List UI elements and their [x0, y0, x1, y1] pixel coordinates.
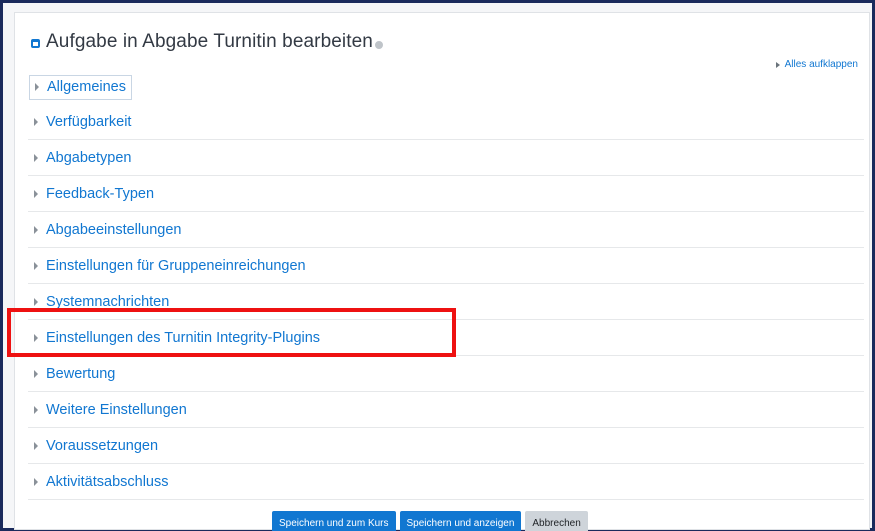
cancel-button[interactable]: Abbrechen — [525, 511, 588, 531]
section-label: Aktivitätsabschluss — [46, 473, 169, 490]
section-gruppeneinreichungen[interactable]: Einstellungen für Gruppeneinreichungen — [28, 248, 864, 284]
section-weitere-einstellungen[interactable]: Weitere Einstellungen — [28, 392, 864, 428]
save-and-display-button[interactable]: Speichern und anzeigen — [399, 511, 522, 531]
chevron-right-icon — [34, 117, 38, 126]
section-allgemeines[interactable]: Allgemeines — [28, 71, 864, 104]
section-feedback-typen[interactable]: Feedback-Typen — [28, 176, 864, 212]
section-focus-outline: Allgemeines — [29, 75, 132, 100]
section-bewertung[interactable]: Bewertung — [28, 356, 864, 392]
screenshot-frame: Aufgabe in Abgabe Turnitin bearbeiten Al… — [0, 0, 875, 531]
section-list: Allgemeines Verfügbarkeit Abgabetypen Fe… — [28, 71, 864, 500]
help-icon[interactable] — [374, 41, 383, 49]
page-header: Aufgabe in Abgabe Turnitin bearbeiten — [31, 31, 383, 53]
section-aktivitaetsabschluss[interactable]: Aktivitätsabschluss — [28, 464, 864, 500]
chevron-right-icon — [34, 477, 38, 486]
section-verfuegbarkeit[interactable]: Verfügbarkeit — [28, 104, 864, 140]
section-label: Feedback-Typen — [46, 185, 155, 202]
section-label: Allgemeines — [47, 79, 126, 95]
section-abgabetypen[interactable]: Abgabetypen — [28, 140, 864, 176]
section-label: Bewertung — [46, 365, 116, 382]
chevron-right-icon — [34, 261, 38, 270]
highlight-annotation-box — [7, 308, 456, 357]
section-voraussetzungen[interactable]: Voraussetzungen — [28, 428, 864, 464]
section-label: Abgabetypen — [46, 149, 132, 166]
section-abgabeeinstellungen[interactable]: Abgabeeinstellungen — [28, 212, 864, 248]
chevron-right-icon — [35, 83, 39, 91]
chevron-right-icon — [34, 189, 38, 198]
save-and-return-button[interactable]: Speichern und zum Kurs — [272, 511, 396, 531]
edit-settings-panel: Aufgabe in Abgabe Turnitin bearbeiten Al… — [14, 12, 870, 531]
section-label: Verfügbarkeit — [46, 113, 132, 130]
chevron-right-icon — [34, 225, 38, 234]
section-label: Weitere Einstellungen — [46, 401, 187, 418]
chevron-right-icon — [34, 153, 38, 162]
form-buttons: Speichern und zum Kurs Speichern und anz… — [272, 511, 588, 531]
section-label: Voraussetzungen — [46, 437, 159, 454]
assignment-icon — [31, 38, 40, 48]
expand-all-link[interactable]: Alles aufklappen — [775, 59, 858, 70]
chevron-right-icon — [34, 369, 38, 378]
page-title: Aufgabe in Abgabe Turnitin bearbeiten — [46, 31, 373, 52]
section-label: Einstellungen für Gruppeneinreichungen — [46, 257, 306, 274]
chevron-right-icon — [34, 297, 38, 306]
expand-all-label: Alles aufklappen — [784, 59, 858, 70]
chevron-right-icon — [775, 61, 780, 68]
section-label: Abgabeeinstellungen — [46, 221, 182, 238]
chevron-right-icon — [34, 441, 38, 450]
chevron-right-icon — [34, 405, 38, 414]
